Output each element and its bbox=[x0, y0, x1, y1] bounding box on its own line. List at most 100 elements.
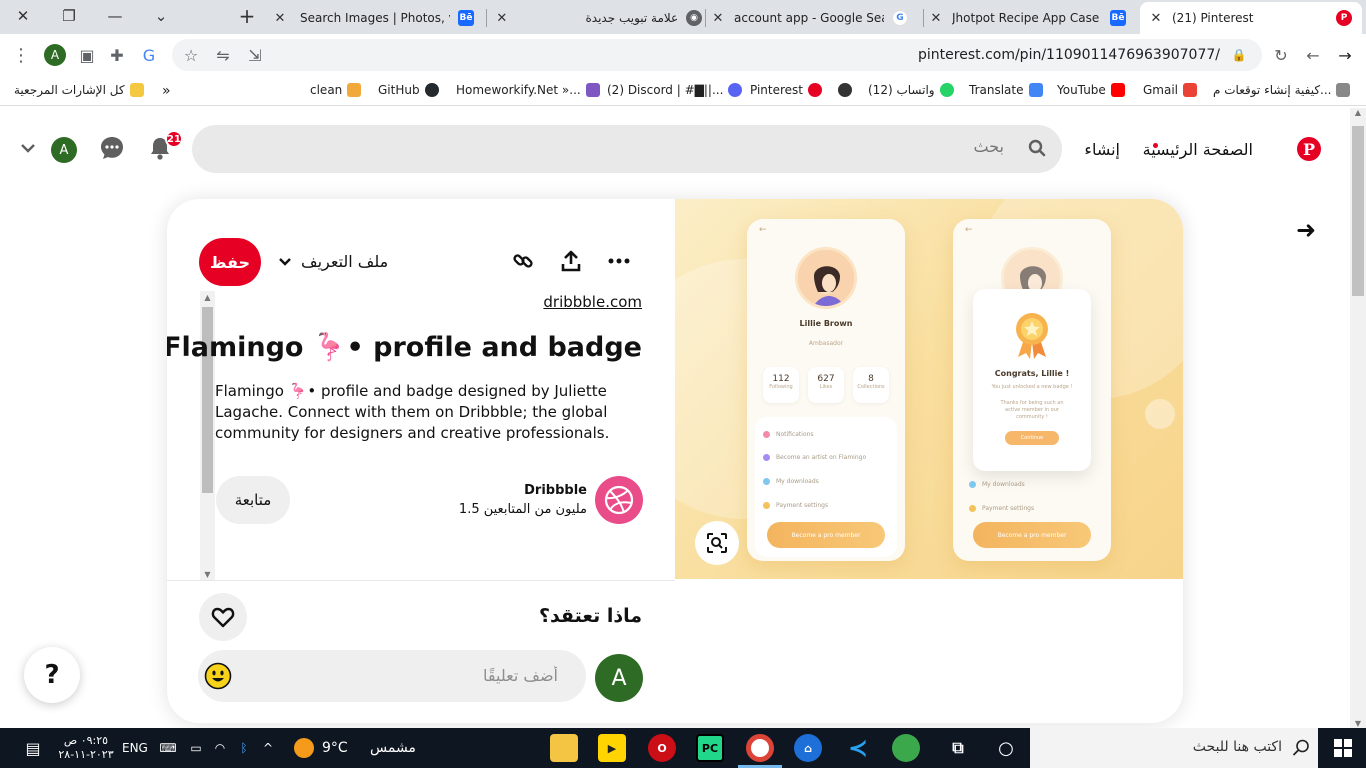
chevron-down-icon bbox=[279, 257, 291, 266]
scroll-down-arrow-icon[interactable]: ▼ bbox=[200, 570, 215, 579]
comment-input-box[interactable] bbox=[198, 650, 586, 702]
bookmark-youtube[interactable]: YouTube bbox=[1057, 83, 1125, 97]
nav-home[interactable]: الصفحة الرئيسية bbox=[1143, 140, 1253, 159]
account-menu-button[interactable] bbox=[18, 138, 38, 158]
user-avatar[interactable]: A bbox=[51, 137, 77, 163]
start-button[interactable] bbox=[1328, 736, 1358, 760]
bluetooth-icon[interactable]: ᛒ bbox=[236, 736, 252, 760]
show-hidden-icons-chevron-icon[interactable]: ^ bbox=[260, 736, 276, 760]
weather-label[interactable]: مشمس bbox=[370, 736, 416, 760]
search-input[interactable] bbox=[244, 137, 1004, 156]
side-panel-icon[interactable]: ▣ bbox=[72, 40, 102, 70]
extensions-icon[interactable]: ✚ bbox=[102, 40, 132, 70]
page-scrollbar[interactable]: ▲ ▼ bbox=[1350, 108, 1366, 728]
board-select-dropdown[interactable]: ملف التعريف bbox=[279, 252, 388, 271]
address-bar[interactable]: ☆ ⇋ ⇲ pinterest.com/pin/1109011476963907… bbox=[172, 39, 1262, 71]
creator-avatar[interactable] bbox=[595, 476, 643, 524]
next-pin-arrow-icon[interactable]: ➜ bbox=[1296, 216, 1316, 244]
search-bar[interactable] bbox=[192, 125, 1062, 173]
wifi-icon[interactable]: ◠ bbox=[212, 736, 228, 760]
tab-google-search[interactable]: ✕ account app - Google Search G bbox=[710, 4, 920, 32]
taskbar-search-input[interactable] bbox=[1042, 739, 1282, 755]
opera-icon[interactable]: O bbox=[648, 734, 676, 762]
back-icon[interactable]: ← bbox=[1298, 40, 1328, 70]
weather-sun-icon[interactable] bbox=[292, 736, 316, 760]
taskbar-search[interactable] bbox=[1030, 728, 1318, 768]
scroll-up-arrow-icon[interactable]: ▲ bbox=[200, 293, 215, 302]
app-icon[interactable]: ⌂ bbox=[794, 734, 822, 762]
copy-link-button[interactable] bbox=[509, 247, 537, 275]
tab-close-icon[interactable]: ✕ bbox=[710, 11, 726, 26]
tab-jhotpot[interactable]: ✕ Jhotpot Recipe App Case Stu Bē bbox=[928, 4, 1136, 32]
window-close-button[interactable]: ✕ bbox=[0, 0, 46, 32]
forward-icon[interactable]: → bbox=[1330, 40, 1360, 70]
pin-image[interactable]: ← Lillie Brown Ambasador 112 Following 6… bbox=[675, 199, 1183, 579]
pinterest-logo-icon[interactable]: P bbox=[1297, 137, 1321, 161]
bookmark-discord[interactable]: (2) Discord | #▇||... bbox=[607, 83, 743, 97]
save-button[interactable]: حفظ bbox=[199, 238, 261, 286]
current-user-avatar[interactable]: A bbox=[595, 654, 643, 702]
share-icon[interactable]: ⇋ bbox=[208, 40, 238, 70]
file-explorer-icon[interactable] bbox=[550, 734, 578, 762]
bookmark-globe[interactable] bbox=[838, 83, 852, 97]
tab-close-icon[interactable]: ✕ bbox=[272, 11, 288, 26]
weather-temperature[interactable]: 9°C bbox=[322, 736, 348, 760]
battery-icon[interactable]: ▭ bbox=[188, 736, 204, 760]
visual-search-button[interactable] bbox=[695, 521, 739, 565]
tab-close-icon[interactable]: ✕ bbox=[928, 11, 944, 26]
notification-center-icon[interactable]: ▤ bbox=[22, 736, 44, 760]
help-button[interactable]: ? bbox=[24, 647, 80, 703]
task-view-icon[interactable]: ⧉ bbox=[944, 734, 972, 762]
bookmark-github[interactable]: GitHub bbox=[378, 83, 439, 97]
lock-icon[interactable]: 🔒 bbox=[1224, 40, 1254, 70]
scroll-up-arrow-icon[interactable]: ▲ bbox=[1350, 108, 1366, 117]
menu-kebab-icon[interactable]: ⋮ bbox=[6, 40, 36, 70]
bookmark-homeworkify[interactable]: Homeworkify.Net »... bbox=[456, 83, 600, 97]
nav-create[interactable]: إنشاء bbox=[1084, 140, 1120, 159]
react-button[interactable] bbox=[199, 593, 247, 641]
scrollbar-thumb[interactable] bbox=[1352, 126, 1364, 296]
bookmark-predictions[interactable]: كيفية إنشاء توقعات م... bbox=[1213, 83, 1351, 97]
all-bookmarks-folder[interactable]: كل الإشارات المرجعية bbox=[14, 83, 144, 97]
window-restore-button[interactable]: ❐ bbox=[46, 0, 92, 32]
emoji-icon[interactable] bbox=[204, 662, 232, 690]
tab-pinterest-active[interactable]: ✕ (21) Pinterest P bbox=[1140, 2, 1362, 34]
bookmark-translate[interactable]: Translate bbox=[969, 83, 1043, 97]
media-player-icon[interactable]: ▶ bbox=[598, 734, 626, 762]
profile-avatar[interactable]: A bbox=[40, 40, 70, 70]
stat-label: Likes bbox=[819, 384, 833, 390]
clock[interactable]: ٠٩:٢٥ ص ٢٠٢٣-١١-٢٨ bbox=[58, 734, 114, 761]
reload-icon[interactable]: ↻ bbox=[1266, 40, 1296, 70]
install-app-icon[interactable]: ⇲ bbox=[240, 40, 270, 70]
source-link[interactable]: dribbble.com bbox=[543, 293, 642, 311]
more-options-button[interactable] bbox=[605, 247, 633, 275]
language-indicator[interactable]: ENG bbox=[122, 736, 148, 760]
scroll-down-arrow-icon[interactable]: ▼ bbox=[1350, 719, 1366, 728]
messages-button[interactable] bbox=[98, 134, 126, 162]
pycharm-icon[interactable]: PC bbox=[696, 734, 724, 762]
globe-app-icon[interactable] bbox=[892, 734, 920, 762]
follow-button[interactable]: متابعة bbox=[216, 476, 290, 524]
bookmark-pinterest[interactable]: Pinterest bbox=[750, 83, 823, 97]
bookmark-whatsapp[interactable]: (12) واتساب bbox=[868, 83, 954, 97]
vscode-icon[interactable]: ≺ bbox=[844, 734, 872, 762]
tab-search-button[interactable]: ⌄ bbox=[138, 0, 184, 32]
bookmark-clean[interactable]: clean bbox=[310, 83, 362, 97]
tab-close-icon[interactable]: ✕ bbox=[1148, 11, 1164, 26]
comment-input[interactable] bbox=[258, 666, 558, 685]
new-tab-button[interactable]: + bbox=[224, 0, 270, 32]
window-minimize-button[interactable]: — bbox=[92, 0, 138, 32]
bookmarks-overflow-button[interactable]: » bbox=[162, 83, 171, 99]
keyboard-icon[interactable]: ⌨ bbox=[158, 736, 178, 760]
share-button[interactable] bbox=[557, 247, 585, 275]
tab-search-images[interactable]: ✕ Search Images | Photos, vide Bē bbox=[272, 4, 482, 32]
chrome-icon[interactable] bbox=[746, 734, 774, 762]
cortana-icon[interactable]: ○ bbox=[992, 734, 1020, 762]
tab-title: علامة تبويب جديدة bbox=[585, 11, 679, 25]
bookmark-star-icon[interactable]: ☆ bbox=[176, 40, 206, 70]
translate-icon[interactable]: G bbox=[134, 40, 164, 70]
bookmark-gmail[interactable]: Gmail bbox=[1143, 83, 1198, 97]
tab-new-tab[interactable]: ✕ علامة تبويب جديدة ◉ bbox=[490, 4, 702, 32]
creator-name[interactable]: Dribbble bbox=[524, 483, 587, 498]
tab-close-icon[interactable]: ✕ bbox=[494, 11, 510, 26]
